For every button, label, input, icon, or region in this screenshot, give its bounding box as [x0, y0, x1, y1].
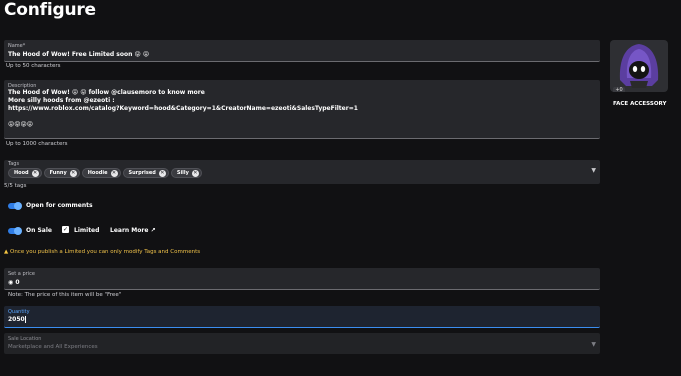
- comments-toggle[interactable]: [8, 202, 22, 210]
- item-type-label: FACE ACCESSORY: [613, 101, 667, 107]
- learn-more-label: Learn More: [110, 227, 149, 234]
- remove-tag-icon[interactable]: ✕: [158, 169, 166, 177]
- description-textarea[interactable]: The Hood of Wow! 😝 😝 follow @clausemoro …: [8, 89, 358, 129]
- on-sale-label: On Sale: [26, 227, 52, 234]
- tags-field[interactable]: Tags Hood ✕ Funny ✕ Hoodie ✕ Surprised ✕ Sil…: [4, 160, 600, 184]
- quantity-field[interactable]: Quantity 2050: [4, 306, 600, 328]
- tag-chip[interactable]: Surprised ✕: [122, 168, 169, 178]
- toggle-knob: [14, 227, 22, 235]
- quantity-input[interactable]: 2050: [8, 316, 26, 323]
- robux-icon: ◉: [8, 279, 14, 286]
- warning-text: Once you publish a Limited you can only …: [9, 249, 201, 255]
- tag-chip-label: Funny: [49, 170, 67, 176]
- tag-chip-label: Hoodie: [87, 170, 108, 176]
- comments-label: Open for comments: [26, 202, 93, 209]
- name-helper: Up to 50 characters: [6, 63, 61, 69]
- remove-tag-icon[interactable]: ✕: [110, 169, 118, 177]
- external-link-icon: ↗: [150, 227, 156, 234]
- description-line: [8, 113, 358, 121]
- sale-location-label: Sale Location: [8, 336, 42, 342]
- tags-dropdown-icon[interactable]: ▼: [591, 167, 596, 174]
- name-field[interactable]: Name* The Hood of Wow! Free Limited soon…: [4, 40, 600, 62]
- page-title: Configure: [4, 0, 96, 20]
- limited-warning: ▲ Once you publish a Limited you can onl…: [4, 249, 200, 255]
- tags-label: Tags: [8, 161, 20, 167]
- description-line: https://www.roblox.com/catalog?Keyword=h…: [8, 105, 358, 112]
- text-cursor: [24, 316, 26, 323]
- remove-tag-icon[interactable]: ✕: [69, 169, 77, 177]
- learn-more-link[interactable]: Learn More ↗: [110, 227, 156, 234]
- tag-chip-label: Silly: [176, 170, 189, 176]
- price-label: Set a price: [8, 271, 35, 277]
- price-input[interactable]: ◉ 0: [8, 279, 20, 286]
- hood-thumbnail: [619, 44, 659, 88]
- remove-tag-icon[interactable]: ✕: [191, 169, 199, 177]
- price-field[interactable]: Set a price ◉ 0: [4, 268, 600, 290]
- tag-chip-list: Hood ✕ Funny ✕ Hoodie ✕ Surprised ✕ Silly ✕: [8, 168, 202, 178]
- name-input[interactable]: The Hood of Wow! Free Limited soon 😝 😝: [8, 51, 149, 58]
- quantity-value: 2050: [8, 316, 25, 323]
- tag-chip-label: Surprised: [128, 170, 156, 176]
- remove-tag-icon[interactable]: ✕: [31, 169, 39, 177]
- description-line: 😝😝😝😝: [8, 121, 34, 128]
- tag-chip[interactable]: Hoodie ✕: [81, 168, 121, 178]
- description-line: The Hood of Wow! 😝 😝 follow @clausemoro …: [8, 89, 205, 96]
- tag-chip[interactable]: Silly ✕: [170, 168, 202, 178]
- sale-location-dropdown-icon[interactable]: ▼: [591, 341, 596, 348]
- quantity-label: Quantity: [8, 309, 30, 315]
- sale-location-field[interactable]: Sale Location Marketplace and All Experi…: [4, 333, 600, 354]
- description-field[interactable]: Description The Hood of Wow! 😝 😝 follow …: [4, 80, 600, 139]
- limited-checkbox[interactable]: ✓: [62, 226, 69, 233]
- warning-icon: ▲: [4, 249, 9, 255]
- name-label: Name*: [8, 43, 26, 49]
- on-sale-toggle[interactable]: [8, 227, 22, 235]
- limited-label: Limited: [74, 227, 100, 234]
- price-note: Note: The price of this item will be "Fr…: [8, 292, 122, 298]
- tags-count: 5/5 tags: [4, 183, 27, 189]
- price-value: 0: [15, 279, 20, 286]
- toggle-knob: [14, 202, 22, 210]
- item-badge: +0: [613, 87, 625, 92]
- tag-chip[interactable]: Funny ✕: [43, 168, 80, 178]
- sale-location-select[interactable]: Marketplace and All Experiences: [8, 344, 98, 350]
- tag-chip[interactable]: Hood ✕: [8, 168, 42, 178]
- description-helper: Up to 1000 characters: [6, 141, 68, 147]
- description-line: More silly hoods from @ezeoti :: [8, 97, 115, 104]
- item-preview-card[interactable]: +0: [610, 40, 668, 92]
- tag-chip-label: Hood: [14, 170, 29, 176]
